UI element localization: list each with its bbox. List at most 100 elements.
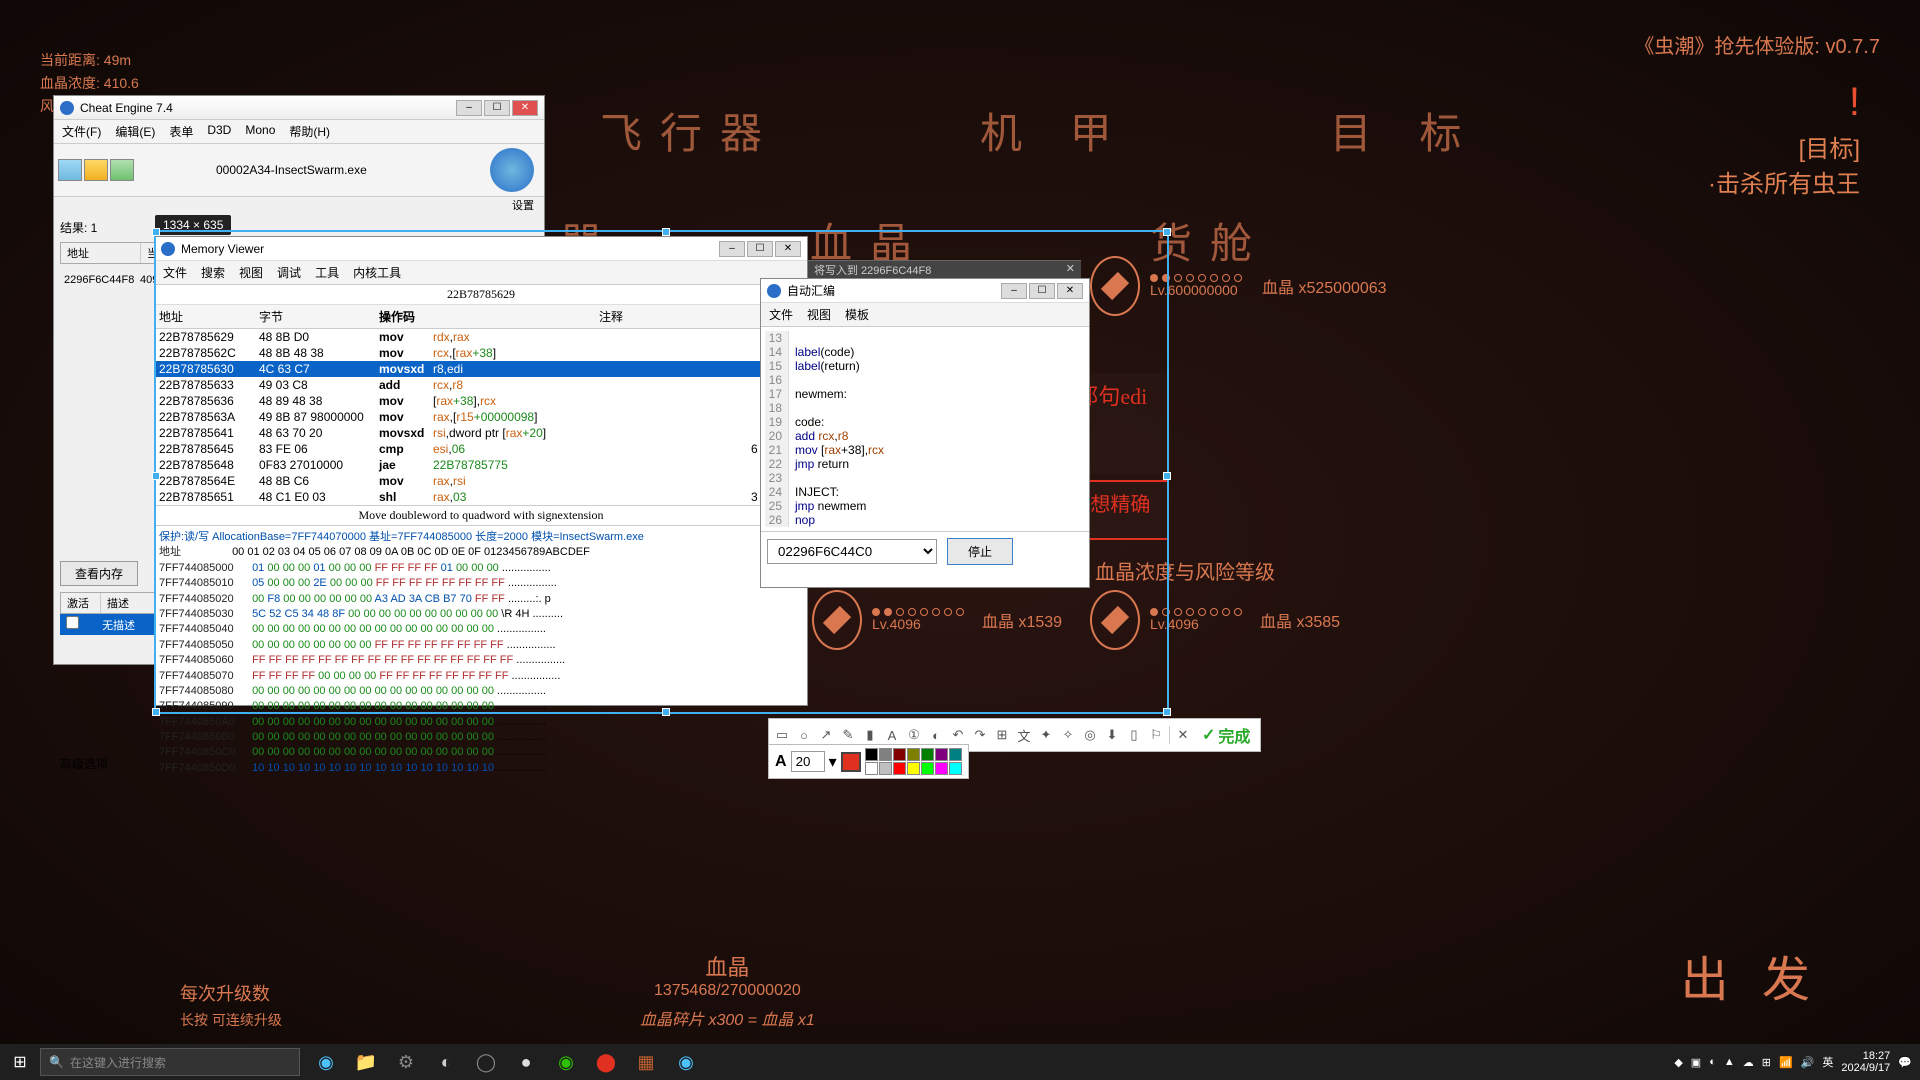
wechat-icon[interactable]: ◉ — [548, 1044, 584, 1080]
ce-titlebar[interactable]: Cheat Engine 7.4 – ☐ ✕ — [54, 96, 544, 120]
clock-time[interactable]: 18:27 — [1841, 1050, 1890, 1062]
hdr-address[interactable]: 地址 — [61, 243, 141, 263]
tab-flyer[interactable]: 飞行器 — [600, 100, 780, 161]
hex-row[interactable]: 7FF744085090 00 00 00 00 00 00 00 00 00 … — [159, 699, 803, 714]
stop-button[interactable]: 停止 — [947, 538, 1013, 565]
menu-file[interactable]: 文件 — [163, 264, 187, 281]
close-button[interactable]: ✕ — [1057, 283, 1083, 299]
ce-menubar[interactable]: 文件(F) 编辑(E) 表单 D3D Mono 帮助(H) — [54, 120, 544, 144]
code-line[interactable]: 23 — [765, 471, 1085, 485]
menu-help[interactable]: 帮助(H) — [289, 123, 330, 140]
volume-icon[interactable]: 🔊 — [1801, 1056, 1815, 1069]
start-button[interactable]: ⊞ — [0, 1044, 40, 1080]
disasm-row[interactable]: 22B7878563648 89 48 38mov[rax+38],rcx — [155, 393, 807, 409]
download-icon[interactable]: ⬇ — [1103, 726, 1121, 744]
chrome-icon[interactable]: ◯ — [468, 1044, 504, 1080]
ime-indicator[interactable]: 英 — [1822, 1054, 1833, 1070]
aa-menubar[interactable]: 文件 视图 模板 — [761, 303, 1089, 327]
disasm-row[interactable]: 22B7878563A49 8B 87 98000000movrax,[r15+… — [155, 409, 807, 425]
explorer-icon[interactable]: 📁 — [348, 1044, 384, 1080]
settings-icon[interactable]: ⚙ — [388, 1044, 424, 1080]
ce-taskbar-icon[interactable]: ◉ — [668, 1044, 704, 1080]
memory-viewer-window[interactable]: Memory Viewer – ☐ ✕ 文件 搜索 视图 调试 工具 内核工具 … — [154, 236, 808, 706]
tray-icon[interactable]: ▲ — [1724, 1056, 1735, 1068]
disasm-row[interactable]: 22B7878562C48 8B 48 38movrcx,[rax+38] — [155, 345, 807, 361]
pen-tool-icon[interactable]: ✎ — [839, 726, 857, 744]
current-color[interactable] — [841, 752, 861, 772]
magic-icon[interactable]: ✧ — [1059, 726, 1077, 744]
auto-assemble-window[interactable]: 自动汇编 – ☐ ✕ 文件 视图 模板 1314label(code)15lab… — [760, 278, 1090, 588]
disasm-top-address[interactable]: 22B78785629 — [155, 285, 807, 305]
hex-row[interactable]: 7FF744085060 FF FF FF FF FF FF FF FF FF … — [159, 653, 803, 668]
wifi-icon[interactable]: 📶 — [1779, 1056, 1793, 1069]
tray-icon[interactable]: ◆ — [1674, 1056, 1682, 1069]
hex-row[interactable]: 7FF7440850C0 00 00 00 00 00 00 00 00 00 … — [159, 745, 803, 760]
rect-tool-icon[interactable]: ▭ — [773, 726, 791, 744]
code-line[interactable]: 17newmem: — [765, 387, 1085, 401]
color-palette[interactable]: A ▾ — [768, 744, 969, 779]
menu-d3d[interactable]: D3D — [207, 123, 231, 140]
menu-view[interactable]: 视图 — [239, 264, 263, 281]
save-icon[interactable] — [110, 159, 134, 181]
disasm-row[interactable]: 22B7878564148 63 70 20movsxdrsi,dword pt… — [155, 425, 807, 441]
menu-mono[interactable]: Mono — [245, 123, 275, 140]
game-icon[interactable]: ▦ — [628, 1044, 664, 1080]
menu-template[interactable]: 模板 — [845, 306, 869, 323]
ce-big-logo-icon[interactable] — [490, 148, 534, 192]
app-icon[interactable]: ● — [508, 1044, 544, 1080]
settings-link[interactable]: 设置 — [54, 197, 544, 213]
hex-row[interactable]: 7FF7440850A0 00 00 00 00 00 00 00 00 00 … — [159, 715, 803, 730]
assembly-code-editor[interactable]: 1314label(code)15label(return)1617newmem… — [761, 327, 1089, 531]
maximize-button[interactable]: ☐ — [747, 241, 773, 257]
blur-tool-icon[interactable]: ◐ — [927, 726, 945, 744]
open-file-icon[interactable] — [84, 159, 108, 181]
color-swatch[interactable] — [865, 762, 878, 775]
minimize-button[interactable]: – — [1001, 283, 1027, 299]
code-line[interactable]: 25 jmp newmem — [765, 499, 1085, 513]
number-tool-icon[interactable]: ① — [905, 726, 923, 744]
disasm-row[interactable]: 22B787856480F83 27010000jae22B78785775 — [155, 457, 807, 473]
mv-titlebar[interactable]: Memory Viewer – ☐ ✕ — [155, 237, 807, 261]
code-line[interactable]: 24INJECT: — [765, 485, 1085, 499]
tray-icon[interactable]: ◐ — [1709, 1056, 1716, 1068]
aa-titlebar[interactable]: 自动汇编 – ☐ ✕ — [761, 279, 1089, 303]
code-line[interactable]: 20 add rcx,r8 — [765, 429, 1085, 443]
disasm-row[interactable]: 22B7878562948 8B D0movrdx,rax — [155, 329, 807, 345]
record-icon[interactable]: ⬤ — [588, 1044, 624, 1080]
tab-target[interactable]: 目 标 — [1330, 100, 1480, 161]
hex-row[interactable]: 7FF744085020 00 F8 00 00 00 00 00 00 A3 … — [159, 592, 803, 607]
color-swatch[interactable] — [879, 762, 892, 775]
color-swatch[interactable] — [907, 762, 920, 775]
hex-row[interactable]: 7FF744085030 5C 52 C5 34 48 8F 00 00 00 … — [159, 607, 803, 622]
arrow-tool-icon[interactable]: ↗ — [817, 726, 835, 744]
taskbar-search[interactable]: 🔍 在这键入进行搜索 — [40, 1048, 300, 1076]
star-icon[interactable]: ✦ — [1037, 726, 1055, 744]
color-swatch[interactable] — [949, 748, 962, 761]
menu-view[interactable]: 视图 — [807, 306, 831, 323]
result-address[interactable]: 2296F6C44F8 — [60, 274, 140, 286]
hex-row[interactable]: 7FF7440850D0 10 10 10 10 10 10 10 10 10 … — [159, 761, 803, 776]
color-swatch[interactable] — [879, 748, 892, 761]
font-size-input[interactable] — [791, 751, 825, 772]
redo-icon[interactable]: ↷ — [971, 726, 989, 744]
color-swatch[interactable] — [921, 748, 934, 761]
close-icon[interactable]: ✕ — [1066, 262, 1075, 275]
disasm-row[interactable]: 22B7878564583 FE 06cmpesi,066 — [155, 441, 807, 457]
close-button[interactable]: ✕ — [512, 100, 538, 116]
code-line[interactable]: 21 mov [rax+38],rcx — [765, 443, 1085, 457]
activate-checkbox[interactable] — [66, 616, 79, 629]
menu-tools[interactable]: 工具 — [315, 264, 339, 281]
hex-row[interactable]: 7FF7440850B0 00 00 00 00 00 00 00 00 00 … — [159, 730, 803, 745]
menu-file[interactable]: 文件 — [769, 306, 793, 323]
code-line[interactable]: 13 — [765, 331, 1085, 345]
tray-icon[interactable]: ☁ — [1743, 1056, 1754, 1069]
hex-row[interactable]: 7FF744085010 05 00 00 00 2E 00 00 00 FF … — [159, 576, 803, 591]
code-line[interactable]: 15label(return) — [765, 359, 1085, 373]
color-swatch[interactable] — [893, 748, 906, 761]
minimize-button[interactable]: – — [456, 100, 482, 116]
undo-icon[interactable]: ↶ — [949, 726, 967, 744]
edge-icon[interactable]: ◉ — [308, 1044, 344, 1080]
code-line[interactable]: 16 — [765, 373, 1085, 387]
windows-taskbar[interactable]: ⊞ 🔍 在这键入进行搜索 ◉ 📁 ⚙ ◐ ◯ ● ◉ ⬤ ▦ ◉ ◆ ▣ ◐ ▲… — [0, 1044, 1920, 1080]
ellipse-tool-icon[interactable]: ○ — [795, 726, 813, 744]
